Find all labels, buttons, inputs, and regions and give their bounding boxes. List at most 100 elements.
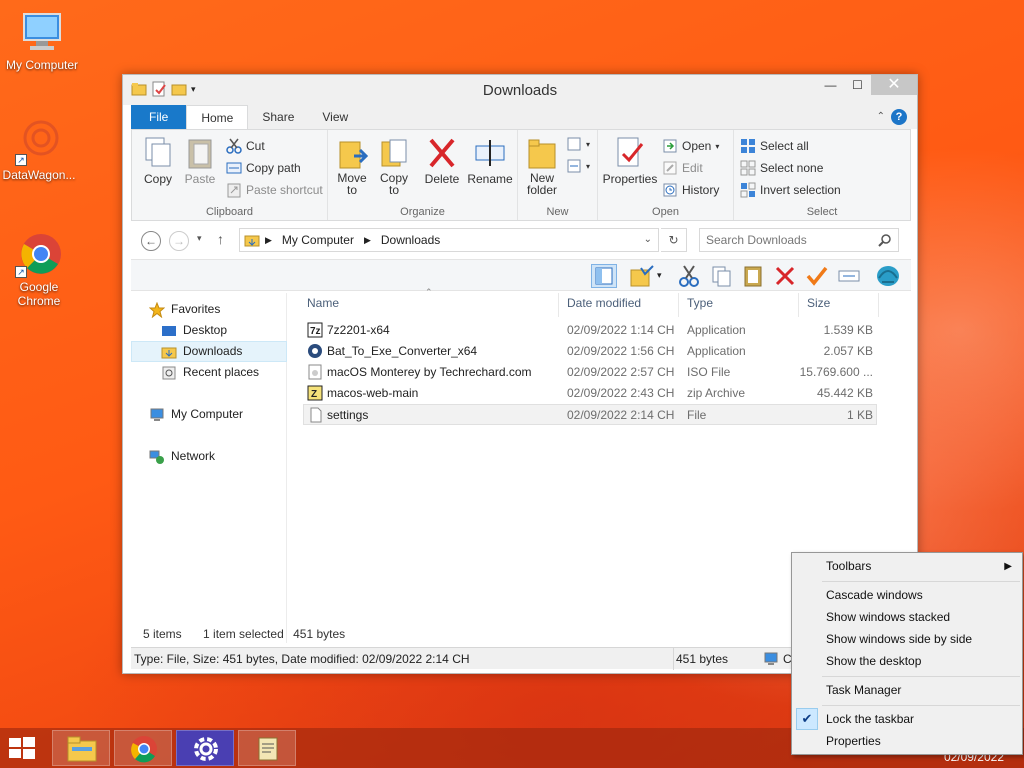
folder-options-icon[interactable] (629, 264, 655, 288)
rename-button[interactable]: Rename (466, 136, 514, 186)
chrome-icon (129, 735, 159, 763)
taskbar-settings[interactable] (176, 730, 234, 766)
copy-icon[interactable] (709, 264, 735, 288)
rename-icon[interactable] (837, 264, 863, 288)
desktop-icon-google-chrome[interactable]: ↗ Google Chrome (0, 230, 81, 308)
preview-pane-icon[interactable] (591, 264, 617, 288)
up-arrow-icon[interactable]: ↑ (217, 231, 224, 247)
file-row[interactable]: macOS Monterey by Techrechard.com 02/09/… (303, 362, 877, 383)
recent-locations-dropdown-icon[interactable]: ▾ (197, 233, 202, 244)
breadcrumb-separator-icon[interactable]: ▶ (359, 235, 376, 246)
search-input[interactable] (700, 229, 870, 251)
svg-text:7z: 7z (310, 326, 321, 337)
nav-recent-places[interactable]: Recent places (131, 362, 287, 383)
delete-button[interactable]: Delete (422, 136, 462, 186)
details-text: Type: File, Size: 451 bytes, Date modifi… (134, 652, 470, 666)
search-icon[interactable] (878, 233, 892, 247)
selection-count: 1 item selected (203, 627, 284, 641)
breadcrumb-my-computer[interactable]: My Computer (277, 233, 359, 247)
nav-downloads-label: Downloads (183, 344, 243, 358)
checkmark-icon[interactable] (805, 264, 831, 288)
nav-downloads[interactable]: Downloads (131, 341, 287, 362)
settings-gear-icon (191, 735, 221, 763)
properties-button[interactable]: Properties (602, 136, 658, 186)
file-name: macos-web-main (327, 386, 419, 400)
file-row[interactable]: Z macos-web-main 02/09/2022 2:43 CH zip … (303, 383, 877, 404)
shell-icon[interactable] (875, 264, 901, 288)
desktop-icon-label: Google Chrome (17, 280, 61, 308)
new-item-button[interactable]: ▾ (566, 136, 590, 152)
paste-button[interactable]: Paste (180, 136, 220, 186)
desktop-icon-my-computer[interactable]: My Computer (0, 8, 84, 72)
cut-button[interactable]: Cut (226, 138, 265, 154)
move-to-button[interactable]: Move to (332, 136, 372, 196)
menu-item-properties[interactable]: Properties (826, 734, 881, 748)
search-box[interactable] (699, 228, 899, 252)
file-row[interactable]: Bat_To_Exe_Converter_x64 02/09/2022 1:56… (303, 341, 877, 362)
tab-view[interactable]: View (308, 105, 362, 129)
title-bar[interactable]: ▾ Downloads — ☐ ✕ (123, 75, 917, 105)
start-button[interactable] (8, 736, 36, 760)
paste-shortcut-icon (226, 182, 242, 198)
column-header-date[interactable]: Date modified (563, 293, 679, 317)
paste-icon[interactable] (741, 264, 767, 288)
new-folder-button[interactable]: New folder (522, 136, 562, 196)
invert-selection-button[interactable]: Invert selection (740, 182, 841, 198)
forward-button[interactable]: → (169, 231, 189, 251)
folder-options-dropdown-icon[interactable]: ▾ (657, 270, 662, 281)
menu-item-show-windows-stacked[interactable]: Show windows stacked (826, 610, 950, 624)
column-header-type[interactable]: Type (683, 293, 799, 317)
column-header-size[interactable]: Size (803, 293, 879, 317)
desktop-icon-label: DataWagon... (2, 168, 76, 182)
history-button[interactable]: History (662, 182, 719, 198)
star-icon (148, 301, 166, 318)
rename-icon (474, 136, 506, 170)
address-dropdown-icon[interactable]: ⌄ (644, 234, 652, 245)
minimize-button[interactable]: — (817, 75, 844, 95)
refresh-button[interactable]: ↻ (661, 228, 687, 252)
copy-path-button[interactable]: Copy path (226, 160, 301, 176)
edit-button[interactable]: Edit (662, 160, 703, 176)
help-button[interactable]: ? (891, 109, 907, 125)
file-row[interactable]: 7z 7z2201-x64 02/09/2022 1:14 CH Applica… (303, 320, 877, 341)
maximize-button[interactable]: ☐ (844, 75, 871, 95)
copy-button[interactable]: Copy (138, 136, 178, 186)
copy-to-button[interactable]: Copy to (374, 136, 414, 196)
back-button[interactable]: ← (141, 231, 161, 251)
taskbar-file-explorer[interactable] (52, 730, 110, 766)
menu-item-show-side-by-side[interactable]: Show windows side by side (826, 632, 972, 646)
menu-item-lock-taskbar[interactable]: Lock the taskbar (826, 712, 914, 726)
easy-access-dropdown-icon: ▾ (586, 161, 591, 171)
open-dropdown-icon: ▾ (715, 141, 720, 151)
delete-icon[interactable] (773, 264, 799, 288)
breadcrumb-separator-icon[interactable]: ▶ (260, 235, 277, 246)
menu-item-show-desktop[interactable]: Show the desktop (826, 654, 921, 668)
select-none-button[interactable]: Select none (740, 160, 823, 176)
tab-share[interactable]: Share (248, 105, 308, 129)
tab-file[interactable]: File (131, 105, 187, 129)
cut-icon[interactable] (677, 264, 703, 288)
nav-my-computer[interactable]: My Computer (131, 404, 287, 425)
tab-home[interactable]: Home (186, 105, 249, 129)
open-button[interactable]: Open ▾ (662, 138, 719, 154)
file-row-selected[interactable]: settings 02/09/2022 2:14 CH File 1 KB (303, 404, 877, 425)
column-header-name[interactable]: Name (303, 293, 559, 317)
taskbar-chrome[interactable] (114, 730, 172, 766)
menu-item-task-manager[interactable]: Task Manager (826, 683, 901, 697)
nav-network[interactable]: Network (131, 446, 287, 467)
breadcrumb-downloads[interactable]: Downloads (376, 233, 445, 247)
taskbar-script[interactable] (238, 730, 296, 766)
file-type: File (687, 408, 707, 422)
easy-access-button[interactable]: ▾ (566, 158, 590, 174)
menu-item-toolbars[interactable]: Toolbars (826, 559, 871, 573)
select-all-button[interactable]: Select all (740, 138, 809, 154)
paste-shortcut-button[interactable]: Paste shortcut (226, 182, 323, 198)
nav-favorites[interactable]: Favorites (131, 299, 287, 320)
address-bar[interactable]: ▶ My Computer ▶ Downloads ⌄ (239, 228, 659, 252)
ribbon-expand-icon[interactable]: ⌃ (877, 111, 885, 122)
menu-item-cascade-windows[interactable]: Cascade windows (826, 588, 923, 602)
close-button[interactable]: ✕ (871, 75, 917, 95)
nav-desktop[interactable]: Desktop (131, 320, 287, 341)
desktop-icon-datawagon[interactable]: ↗ DataWagon... (0, 118, 81, 182)
paste-shortcut-label: Paste shortcut (246, 183, 323, 197)
